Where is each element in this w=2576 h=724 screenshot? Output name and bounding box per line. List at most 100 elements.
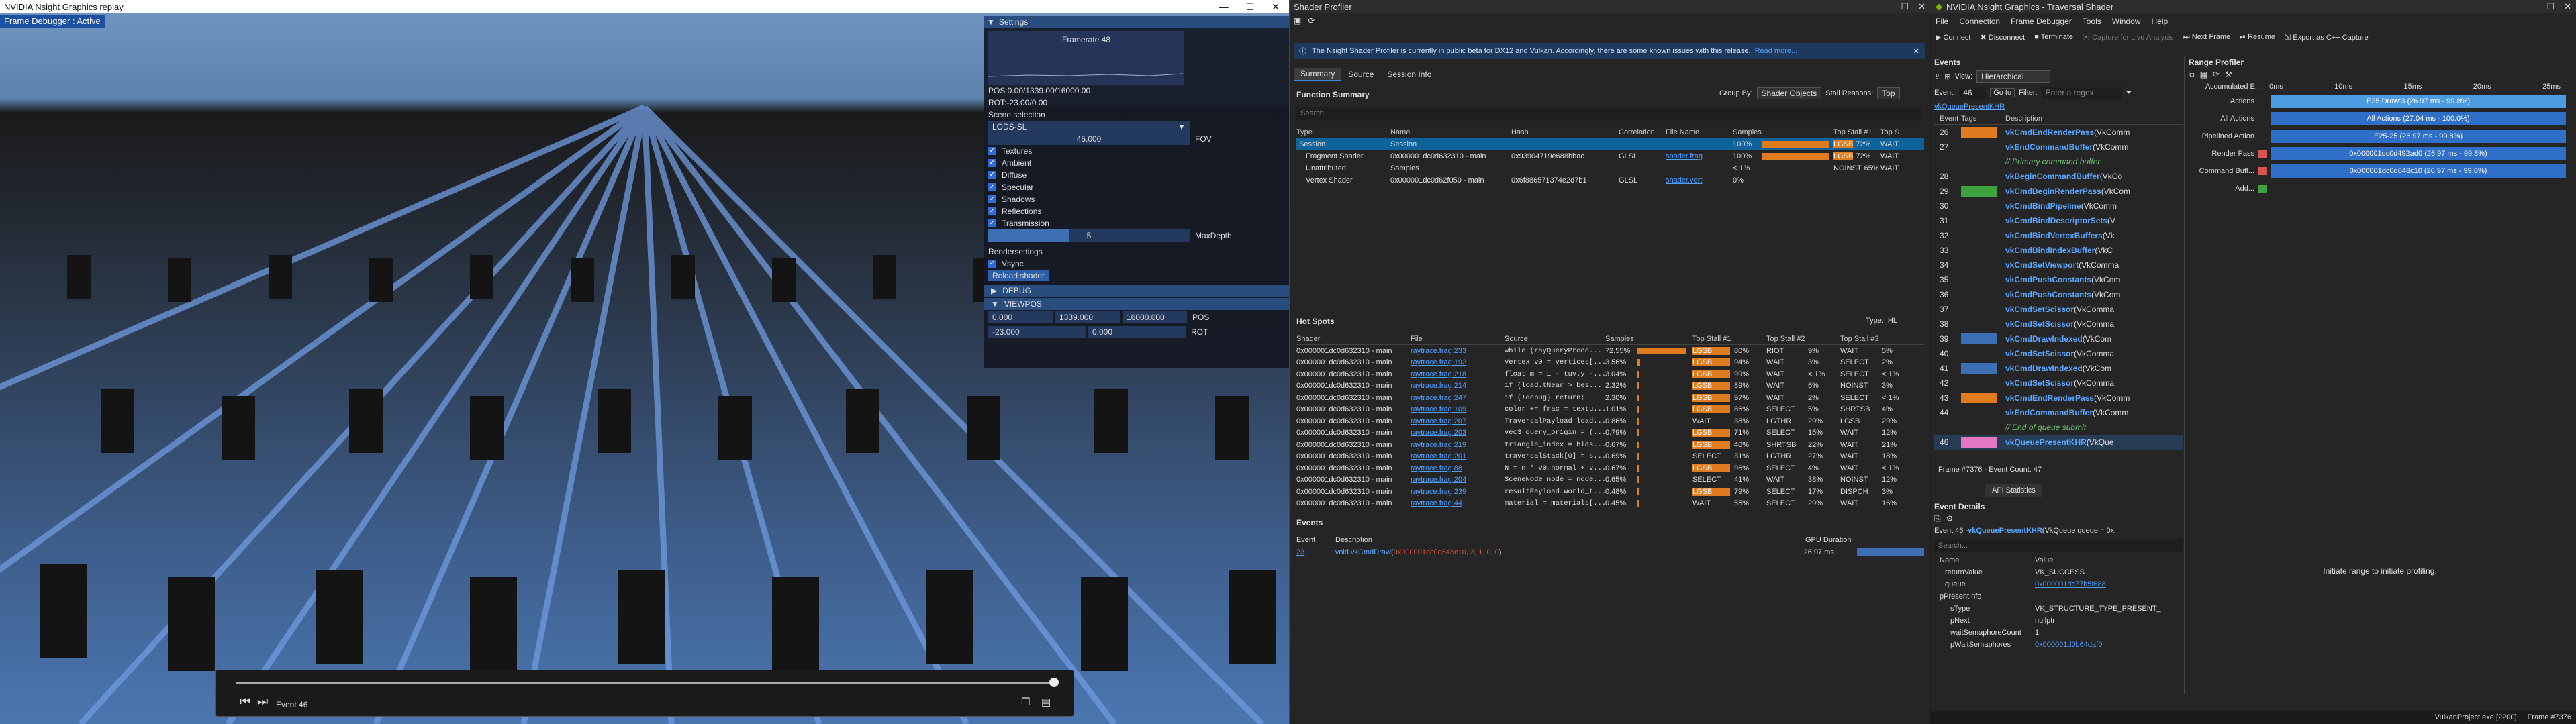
filter-input[interactable]: Enter a regex (2041, 87, 2122, 99)
range-bar[interactable]: 0x000001dc0d492ad0 (26.97 ms - 99.8%) (2271, 147, 2566, 160)
stall-select[interactable]: Top (1877, 87, 1900, 99)
toolbar-icon[interactable]: ▦ (2200, 70, 2207, 79)
hot-spot-row[interactable]: 0x000001dc0d632310 - main raytrace.frag:1… (1296, 404, 1924, 416)
close-icon[interactable]: ✕ (2564, 1, 2571, 12)
hot-spot-row[interactable]: 0x000001dc0d632310 - main raytrace.frag:2… (1296, 427, 1924, 439)
goto-button[interactable]: Go to (1990, 88, 2015, 97)
add-icon[interactable] (2258, 167, 2267, 175)
add-icon[interactable] (2258, 97, 2267, 105)
hot-spot-row[interactable]: 0x000001dc0d632310 - main raytrace.frag:2… (1296, 415, 1924, 427)
api-statistics-tab[interactable]: API Statistics (1985, 484, 2042, 497)
range-bar[interactable]: E25-25 (26.97 ms - 99.8%) (2271, 130, 2566, 143)
event-row[interactable]: 34 vkCmdSetViewport (VkComma (1934, 258, 2183, 272)
event-row[interactable]: 28 vkBeginCommandBuffer (VkCo (1934, 169, 2183, 184)
settings-icon[interactable]: ⚙ (1946, 514, 1954, 523)
toolbar-capture-for-live-analysis-button[interactable]: ⦿ Capture for Live Analysis (2083, 32, 2174, 42)
event-row[interactable]: 33 vkCmdBindIndexBuffer (VkC (1934, 243, 2183, 258)
menu-connection[interactable]: Connection (1959, 17, 2000, 26)
toolbar-disconnect-button[interactable]: ✖ Disconnect (1981, 33, 2025, 42)
detail-row[interactable]: pWaitSemaphores 0x000001d0b64daf0 (1934, 639, 2183, 651)
event-row[interactable]: 44 vkEndCommandBuffer (VkComm (1934, 405, 2183, 420)
event-row[interactable]: 29 vkCmdBeginRenderPass (VkCom (1934, 184, 2183, 199)
function-row[interactable]: Unattributed Samples < 1% NOINST 65% WAIT (1296, 162, 1924, 174)
render-check[interactable]: ✓ Diffuse (988, 169, 1289, 181)
details-search[interactable]: Search... (1934, 539, 2183, 552)
range-bar[interactable]: All Actions (27.04 ms - 100.0%) (2271, 112, 2566, 125)
hot-spot-row[interactable]: 0x000001dc0d632310 - main raytrace.frag:2… (1296, 368, 1924, 380)
function-row[interactable]: Session Session 100% LGSB 72% WAIT (1296, 138, 1924, 150)
detail-row[interactable]: pPresentInfo (1934, 590, 2183, 603)
menu-tools[interactable]: Tools (2083, 17, 2101, 26)
minimize-icon[interactable]: — (2528, 1, 2537, 12)
vsync-check[interactable]: ✓ Vsync (984, 258, 1289, 270)
add-icon[interactable] (2258, 132, 2267, 140)
scene-select[interactable]: LODS-SL ▼ (988, 121, 1190, 133)
trash-icon[interactable]: ▤ (1041, 696, 1051, 708)
timeline-slider[interactable] (236, 682, 1055, 684)
range-row[interactable]: Pipelined Action E25-25 (26.97 ms - 99.8%… (2185, 127, 2575, 145)
viewpos-x[interactable]: 0.000 (988, 311, 1053, 323)
toolbar-terminate-button[interactable]: ■ Terminate (2034, 33, 2073, 41)
render-check[interactable]: ✓ Shadows (988, 193, 1289, 205)
export-icon[interactable]: ⇪ (1934, 72, 1940, 81)
tab-source[interactable]: Source (1341, 68, 1380, 81)
event-row[interactable]: // End of queue submit (1934, 420, 2183, 435)
menu-file[interactable]: File (1936, 17, 1948, 26)
fov-slider[interactable]: 45.000 (988, 133, 1190, 145)
hot-spot-row[interactable]: 0x000001dc0d632310 - main raytrace.frag:2… (1296, 380, 1924, 393)
toolbar-next-frame-button[interactable]: ⏭ Next Frame (2183, 33, 2230, 42)
hot-spot-row[interactable]: 0x000001dc0d632310 - main raytrace.frag:4… (1296, 498, 1924, 510)
event-input[interactable]: 46 (1959, 87, 1987, 99)
filter-icon[interactable]: ⏷ (2126, 89, 2132, 97)
toolbar-icon[interactable]: ⚒ (2225, 70, 2232, 79)
function-row[interactable]: Fragment Shader 0x000001dc0d632310 - main… (1296, 150, 1924, 162)
hot-spot-row[interactable]: 0x000001dc0d632310 - main raytrace.frag:2… (1296, 474, 1924, 486)
detail-row[interactable]: queue 0x000001dc77b5f688 (1934, 578, 2183, 590)
event-row[interactable]: 37 vkCmdSetScissor (VkComma (1934, 302, 2183, 317)
hot-spot-row[interactable]: 0x000001dc0d632310 - main raytrace.frag:2… (1296, 486, 1924, 498)
event-row[interactable]: 23 void vkCmdDraw(0x000001dc0d648c10, 3,… (1296, 546, 1924, 558)
range-bar[interactable]: 0x000001dc0d648c10 (26.97 ms - 99.8%) (2271, 164, 2566, 178)
event-row[interactable]: 31 vkCmdBindDescriptorSets (V (1934, 213, 2183, 228)
close-icon[interactable]: ✕ (1913, 47, 1919, 56)
step-back-icon[interactable]: ⏮ (240, 694, 250, 709)
breadcrumb[interactable]: vkQueuePresentKHR (1934, 101, 2183, 113)
detail-row[interactable]: returnValue VK_SUCCESS (1934, 566, 2183, 578)
step-forward-icon[interactable]: ⏭ (257, 694, 268, 709)
viewpos-section[interactable]: ▼ VIEWPOS (984, 298, 1289, 310)
maxdepth-slider[interactable]: 5 (988, 229, 1190, 242)
event-row[interactable]: 46 vkQueuePresentKHR (VkQue (1934, 435, 2183, 450)
hs-type-select[interactable]: HL (1888, 317, 1897, 325)
menu-help[interactable]: Help (2151, 17, 2168, 26)
minimize-icon[interactable]: — (1219, 1, 1229, 13)
function-search[interactable]: Search... (1296, 107, 1921, 121)
viewpos-y[interactable]: 1339.000 (1055, 311, 1120, 323)
refresh-icon[interactable]: ⟳ (2213, 70, 2220, 79)
range-bar[interactable]: E25 Draw:3 (26.97 ms - 99.8%) (2271, 95, 2566, 108)
hot-spot-row[interactable]: 0x000001dc0d632310 - main raytrace.frag:2… (1296, 392, 1924, 404)
collapse-icon[interactable]: ▼ (987, 17, 995, 27)
event-row[interactable]: 42 vkCmdSetScissor (VkComma (1934, 376, 2183, 391)
timeline-handle[interactable] (1049, 678, 1059, 687)
range-row[interactable]: Render Pass 0x000001dc0d492ad0 (26.97 ms … (2185, 145, 2575, 162)
menu-window[interactable]: Window (2112, 17, 2141, 26)
event-row[interactable]: // Primary command buffer (1934, 154, 2183, 169)
toolbar-resume-button[interactable]: ⏯ Resume (2240, 33, 2275, 42)
minimize-icon[interactable]: — (1882, 1, 1891, 12)
function-row[interactable]: Vertex Shader 0x000001dc0d62f050 - main 0x… (1296, 174, 1924, 187)
copy-icon[interactable]: ⎘ (1934, 514, 1941, 524)
add-icon[interactable] (2258, 115, 2267, 123)
reload-shader-button[interactable]: Reload shader (988, 270, 1049, 281)
settings-header[interactable]: ▼ Settings (984, 16, 1289, 28)
hot-spot-row[interactable]: 0x000001dc0d632310 - main raytrace.frag:2… (1296, 345, 1924, 357)
hot-spot-row[interactable]: 0x000001dc0d632310 - main raytrace.frag:2… (1296, 451, 1924, 463)
event-row[interactable]: 30 vkCmdBindPipeline (VkComm (1934, 199, 2183, 213)
render-check[interactable]: ✓ Specular (988, 181, 1289, 193)
render-check[interactable]: ✓ Ambient (988, 157, 1289, 169)
event-row[interactable]: 35 vkCmdPushConstants (VkCom (1934, 272, 2183, 287)
range-row[interactable]: Add... (2185, 180, 2575, 197)
range-row[interactable]: Actions E25 Draw:3 (26.97 ms - 99.8%) (2185, 93, 2575, 110)
range-row[interactable]: All Actions All Actions (27.04 ms - 100.0… (2185, 110, 2575, 127)
hot-spot-row[interactable]: 0x000001dc0d632310 - main raytrace.frag:1… (1296, 357, 1924, 369)
screenshot-icon[interactable]: ❐ (1021, 696, 1030, 708)
